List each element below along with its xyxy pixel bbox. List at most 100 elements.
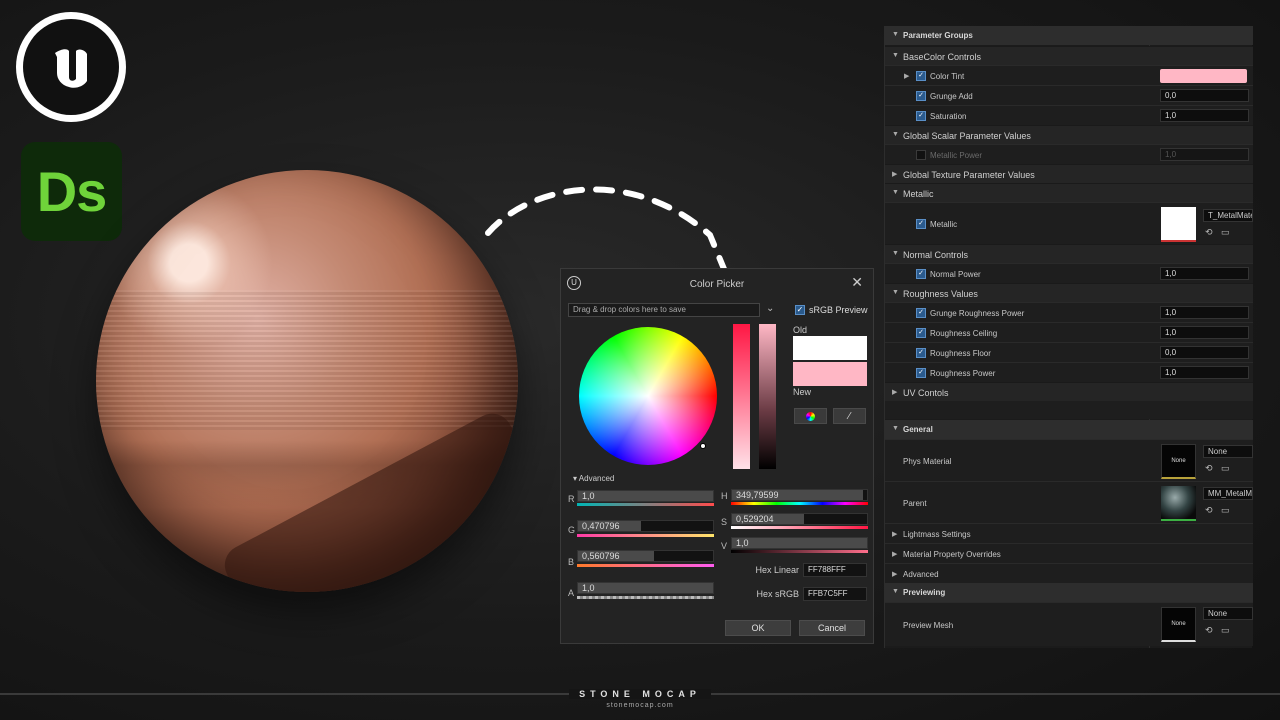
advanced-toggle[interactable]: ▾ Advanced bbox=[573, 474, 614, 483]
general-header[interactable]: ▼ General bbox=[885, 420, 1253, 439]
lightmass-settings-row[interactable]: ▶ Lightmass Settings bbox=[885, 523, 1253, 543]
parameter-groups-header[interactable]: ▼ Parameter Groups bbox=[885, 26, 1253, 45]
cancel-button[interactable]: Cancel bbox=[799, 620, 865, 636]
metallic-group[interactable]: ▼ Metallic bbox=[885, 183, 1253, 202]
metallic-row: ✓ Metallic T_MetalMate ⟲ ▭ bbox=[885, 202, 1253, 244]
previewing-header[interactable]: ▼ Previewing bbox=[885, 583, 1253, 602]
grunge-add-field[interactable]: 0,0 bbox=[1160, 89, 1249, 102]
color-tint-swatch[interactable] bbox=[1160, 69, 1247, 83]
roughness-ceiling-label: Roughness Ceiling bbox=[930, 329, 998, 338]
preview-mesh-name[interactable]: None bbox=[1203, 607, 1253, 620]
saturation-checkbox[interactable]: ✓ bbox=[916, 111, 926, 121]
chevron-down-icon[interactable]: ⌄ bbox=[766, 303, 774, 314]
reset-arrow-icon[interactable]: ⟲ bbox=[1205, 505, 1213, 516]
unreal-u-glyph bbox=[55, 49, 87, 88]
normal-controls-group[interactable]: ▼ Normal Controls bbox=[885, 244, 1253, 263]
color-wheel-icon bbox=[806, 411, 815, 421]
saturation-field[interactable]: 1,0 bbox=[1160, 109, 1249, 122]
grunge-roughness-row: ✓ Grunge Roughness Power 1,0 bbox=[885, 302, 1253, 322]
browse-folder-icon[interactable]: ▭ bbox=[1221, 625, 1230, 636]
material-property-overrides-row[interactable]: ▶ Material Property Overrides bbox=[885, 543, 1253, 563]
global-scalar-group[interactable]: ▼ Global Scalar Parameter Values bbox=[885, 125, 1253, 144]
reset-arrow-icon[interactable]: ⟲ bbox=[1205, 227, 1213, 238]
roughness-ceiling-field[interactable]: 1,0 bbox=[1160, 326, 1249, 339]
grunge-roughness-field[interactable]: 1,0 bbox=[1160, 306, 1249, 319]
reset-arrow-icon[interactable]: ⟲ bbox=[1205, 625, 1213, 636]
browse-folder-icon[interactable]: ▭ bbox=[1221, 227, 1230, 238]
saturation-slider-vertical[interactable] bbox=[733, 324, 750, 469]
roughness-power-field[interactable]: 1,0 bbox=[1160, 366, 1249, 379]
roughness-power-checkbox[interactable]: ✓ bbox=[916, 368, 926, 378]
grunge-add-checkbox[interactable]: ✓ bbox=[916, 91, 926, 101]
color-wheel[interactable] bbox=[579, 327, 717, 465]
roughness-values-group[interactable]: ▼ Roughness Values bbox=[885, 283, 1253, 302]
color-tint-row: ▶ ✓ Color Tint bbox=[885, 65, 1253, 85]
color-wheel-mode-button[interactable] bbox=[794, 408, 827, 424]
new-color-label: New bbox=[793, 387, 812, 397]
g-channel-field[interactable]: 0,470796 bbox=[577, 520, 714, 532]
h-label: H bbox=[721, 491, 728, 501]
global-texture-label: Global Texture Parameter Values bbox=[903, 170, 1035, 180]
expand-arrow-icon: ▶ bbox=[892, 171, 898, 178]
b-channel-field[interactable]: 0,560796 bbox=[577, 550, 714, 562]
advanced-row[interactable]: ▶ Advanced bbox=[885, 563, 1253, 583]
grunge-roughness-checkbox[interactable]: ✓ bbox=[916, 308, 926, 318]
roughness-ceiling-checkbox[interactable]: ✓ bbox=[916, 328, 926, 338]
color-tint-checkbox[interactable]: ✓ bbox=[916, 71, 926, 81]
color-tint-label: Color Tint bbox=[930, 72, 965, 81]
saturation-label: Saturation bbox=[930, 112, 967, 121]
r-channel-field[interactable]: 1,0 bbox=[577, 490, 714, 502]
metallic-checkbox[interactable]: ✓ bbox=[916, 219, 926, 229]
browse-folder-icon[interactable]: ▭ bbox=[1221, 505, 1230, 516]
v-channel-field[interactable]: 1,0 bbox=[731, 537, 868, 549]
footer-url: stonemocap.com bbox=[606, 702, 674, 709]
normal-power-checkbox[interactable]: ✓ bbox=[916, 269, 926, 279]
expand-arrow-icon: ▶ bbox=[892, 551, 898, 558]
previewing-label: Previewing bbox=[903, 588, 946, 597]
expand-arrow-icon[interactable]: ▶ bbox=[904, 72, 909, 80]
hex-linear-field[interactable]: FF788FFF bbox=[803, 563, 867, 577]
h-channel-field[interactable]: 349,79599 bbox=[731, 489, 868, 501]
color-picker-titlebar[interactable]: U Color Picker ✕ bbox=[561, 269, 873, 297]
parent-material-name[interactable]: MM_MetalMa bbox=[1203, 487, 1253, 500]
parent-material-thumbnail[interactable] bbox=[1161, 486, 1196, 521]
preview-mesh-thumbnail[interactable]: None bbox=[1161, 607, 1196, 642]
metallic-power-field[interactable]: 1,0 bbox=[1160, 148, 1249, 161]
basecolor-controls-group[interactable]: ▼ BaseColor Controls bbox=[885, 46, 1253, 65]
metallic-label: Metallic bbox=[930, 220, 958, 229]
hex-srgb-field[interactable]: FFB7C5FF bbox=[803, 587, 867, 601]
uv-controls-group[interactable]: ▶ UV Contols bbox=[885, 382, 1253, 401]
s-channel-field[interactable]: 0,529204 bbox=[731, 513, 868, 525]
srgb-preview-label: sRGB Preview bbox=[809, 305, 868, 315]
grunge-add-row: ✓ Grunge Add 0,0 bbox=[885, 85, 1253, 105]
normal-power-field[interactable]: 1,0 bbox=[1160, 267, 1249, 280]
phys-material-thumbnail[interactable]: None bbox=[1161, 444, 1196, 479]
roughness-power-label: Roughness Power bbox=[930, 369, 996, 378]
material-details-panel: ▼ Parameter Groups ▼ BaseColor Controls … bbox=[884, 26, 1253, 648]
g-label: G bbox=[568, 525, 576, 535]
metallic-power-checkbox[interactable]: ✓ bbox=[916, 150, 926, 160]
close-icon[interactable]: ✕ bbox=[851, 274, 863, 291]
color-wheel-marker[interactable] bbox=[700, 443, 706, 449]
grunge-add-label: Grunge Add bbox=[930, 92, 973, 101]
roughness-floor-checkbox[interactable]: ✓ bbox=[916, 348, 926, 358]
roughness-floor-field[interactable]: 0,0 bbox=[1160, 346, 1249, 359]
r-channel-gradient bbox=[577, 503, 714, 506]
saved-colors-bar[interactable]: Drag & drop colors here to save bbox=[568, 303, 760, 317]
srgb-preview-checkbox[interactable]: ✓ bbox=[795, 305, 805, 315]
expand-arrow-icon: ▶ bbox=[892, 571, 898, 578]
phys-material-name[interactable]: None bbox=[1203, 445, 1253, 458]
ok-button[interactable]: OK bbox=[725, 620, 791, 636]
material-property-overrides-label: Material Property Overrides bbox=[903, 550, 1001, 559]
browse-folder-icon[interactable]: ▭ bbox=[1221, 463, 1230, 474]
eyedropper-button[interactable]: ⁄ bbox=[833, 408, 866, 424]
parent-row: Parent MM_MetalMa ⟲ ▭ bbox=[885, 481, 1253, 523]
metallic-texture-name[interactable]: T_MetalMate bbox=[1203, 209, 1253, 222]
collapse-arrow-icon: ▼ bbox=[892, 588, 899, 595]
value-slider-vertical[interactable] bbox=[759, 324, 776, 469]
global-texture-group[interactable]: ▶ Global Texture Parameter Values bbox=[885, 164, 1253, 183]
expand-arrow-icon: ▶ bbox=[892, 531, 898, 538]
a-channel-field[interactable]: 1,0 bbox=[577, 582, 714, 594]
reset-arrow-icon[interactable]: ⟲ bbox=[1205, 463, 1213, 474]
metallic-texture-thumbnail[interactable] bbox=[1161, 207, 1196, 242]
